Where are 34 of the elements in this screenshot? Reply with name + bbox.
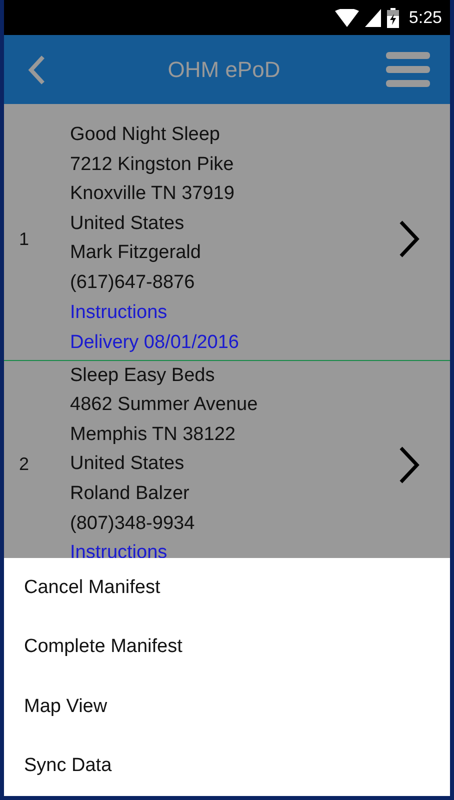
address-line: 4862 Summer Avenue <box>70 393 258 418</box>
address-line: Sleep Easy Beds <box>70 364 215 388</box>
address-line: United States <box>70 212 184 236</box>
chevron-icon <box>398 446 420 484</box>
address-line: Roland Balzer <box>70 482 190 506</box>
menu-item[interactable]: Cancel Manifest <box>4 558 450 618</box>
menu-item[interactable]: Complete Manifest <box>4 618 450 677</box>
address-line: (807)348-9934 <box>70 512 195 536</box>
chevron-icon <box>398 220 420 258</box>
back-button[interactable] <box>28 54 46 84</box>
stop-number: 2 <box>18 454 30 476</box>
address-line: 7212 Kingston Pike <box>70 152 234 177</box>
stop-link[interactable]: Instructions <box>70 538 168 558</box>
open-stop-button[interactable] <box>398 220 420 258</box>
address-line: Mark Fitzgerald <box>70 241 201 266</box>
address-line: (617)647-8876 <box>70 270 195 295</box>
stop-number: 1 <box>18 228 30 250</box>
app-title: OHM ePoD <box>168 56 280 82</box>
wifi-icon <box>334 8 359 26</box>
address-line: Memphis TN 38122 <box>70 422 236 447</box>
address-line: Knoxville TN 37919 <box>70 182 234 206</box>
menu-item[interactable]: Map View <box>4 677 450 736</box>
battery-icon <box>386 8 399 28</box>
menu-icon <box>386 50 430 88</box>
stop-link[interactable]: Instructions <box>70 298 168 328</box>
stop-link[interactable]: Delivery 08/01/2016 <box>70 328 239 359</box>
back-icon <box>28 54 46 84</box>
menu-button[interactable] <box>386 50 430 88</box>
address-line: United States <box>70 452 184 476</box>
open-stop-button[interactable] <box>398 446 420 484</box>
clock: 5:25 <box>408 8 442 28</box>
address-line: Good Night Sleep <box>70 123 220 147</box>
menu-item[interactable]: Sync Data <box>4 736 450 796</box>
signal-icon <box>364 8 381 26</box>
